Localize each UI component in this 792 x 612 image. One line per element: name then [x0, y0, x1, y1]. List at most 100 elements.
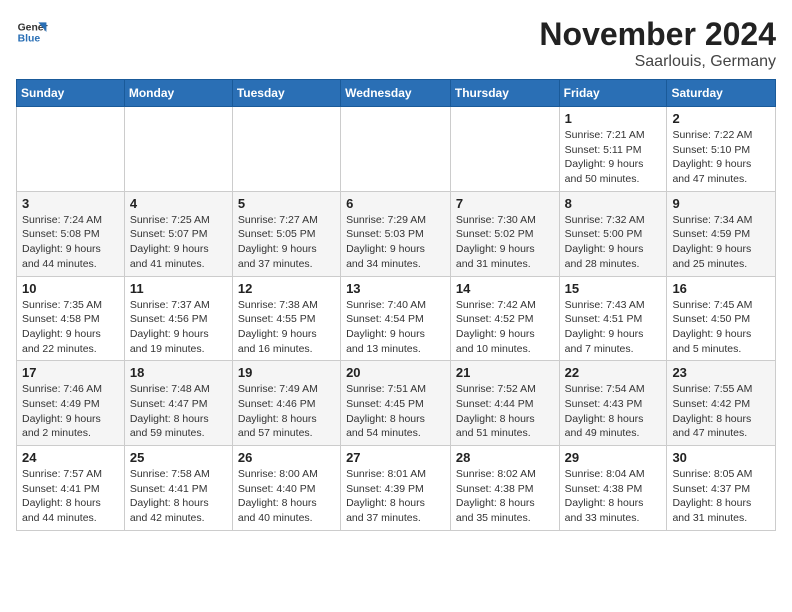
calendar-cell: 20 Sunrise: 7:51 AM Sunset: 4:45 PM Dayli…	[341, 361, 451, 446]
day-info: Sunrise: 8:01 AM Sunset: 4:39 PM Dayligh…	[346, 467, 445, 526]
day-info: Sunrise: 7:48 AM Sunset: 4:47 PM Dayligh…	[130, 382, 227, 441]
day-number: 2	[672, 111, 770, 126]
calendar-cell: 4Sunrise: 7:25 AM Sunset: 5:07 PM Daylig…	[124, 191, 232, 276]
day-info: Sunrise: 7:54 AM Sunset: 4:43 PM Dayligh…	[565, 382, 662, 441]
calendar-cell: 3 Sunrise: 7:24 AM Sunset: 5:08 PM Daylig…	[17, 191, 125, 276]
calendar-cell: 2 Sunrise: 7:22 AM Sunset: 5:10 PM Daylig…	[667, 107, 776, 192]
calendar-week-row: 3 Sunrise: 7:24 AM Sunset: 5:08 PM Daylig…	[17, 191, 776, 276]
calendar-cell: 21 Sunrise: 7:52 AM Sunset: 4:44 PM Dayli…	[450, 361, 559, 446]
day-number: 20	[346, 365, 445, 380]
day-info: Sunrise: 8:04 AM Sunset: 4:38 PM Dayligh…	[565, 467, 662, 526]
day-info: Sunrise: 7:24 AM Sunset: 5:08 PM Dayligh…	[22, 213, 119, 272]
calendar-week-row: 1 Sunrise: 7:21 AM Sunset: 5:11 PM Daylig…	[17, 107, 776, 192]
calendar-cell: 27 Sunrise: 8:01 AM Sunset: 4:39 PM Dayli…	[341, 446, 451, 531]
day-number: 17	[22, 365, 119, 380]
day-info: Sunrise: 8:00 AM Sunset: 4:40 PM Dayligh…	[238, 467, 335, 526]
calendar-cell: 25Sunrise: 7:58 AM Sunset: 4:41 PM Dayli…	[124, 446, 232, 531]
col-header-wednesday: Wednesday	[341, 80, 451, 107]
day-info: Sunrise: 7:40 AM Sunset: 4:54 PM Dayligh…	[346, 298, 445, 357]
day-number: 6	[346, 196, 445, 211]
day-info: Sunrise: 7:27 AM Sunset: 5:05 PM Dayligh…	[238, 213, 335, 272]
calendar-cell: 7 Sunrise: 7:30 AM Sunset: 5:02 PM Daylig…	[450, 191, 559, 276]
day-number: 19	[238, 365, 335, 380]
calendar-cell	[450, 107, 559, 192]
day-number: 18	[130, 365, 227, 380]
calendar-cell: 22 Sunrise: 7:54 AM Sunset: 4:43 PM Dayli…	[559, 361, 667, 446]
day-number: 1	[565, 111, 662, 126]
calendar-cell: 9 Sunrise: 7:34 AM Sunset: 4:59 PM Daylig…	[667, 191, 776, 276]
calendar-cell: 17Sunrise: 7:46 AM Sunset: 4:49 PM Dayli…	[17, 361, 125, 446]
day-number: 21	[456, 365, 554, 380]
day-info: Sunrise: 7:35 AM Sunset: 4:58 PM Dayligh…	[22, 298, 119, 357]
logo: General Blue	[16, 16, 48, 48]
day-info: Sunrise: 8:02 AM Sunset: 4:38 PM Dayligh…	[456, 467, 554, 526]
calendar-cell: 15 Sunrise: 7:43 AM Sunset: 4:51 PM Dayli…	[559, 276, 667, 361]
logo-icon: General Blue	[16, 16, 48, 48]
calendar-header-row: SundayMondayTuesdayWednesdayThursdayFrid…	[17, 80, 776, 107]
day-info: Sunrise: 7:22 AM Sunset: 5:10 PM Dayligh…	[672, 128, 770, 187]
day-number: 27	[346, 450, 445, 465]
calendar-cell: 13Sunrise: 7:40 AM Sunset: 4:54 PM Dayli…	[341, 276, 451, 361]
day-info: Sunrise: 7:43 AM Sunset: 4:51 PM Dayligh…	[565, 298, 662, 357]
calendar-cell	[232, 107, 340, 192]
day-number: 28	[456, 450, 554, 465]
location: Saarlouis, Germany	[539, 53, 776, 71]
calendar-cell: 18 Sunrise: 7:48 AM Sunset: 4:47 PM Dayli…	[124, 361, 232, 446]
col-header-friday: Friday	[559, 80, 667, 107]
day-info: Sunrise: 7:45 AM Sunset: 4:50 PM Dayligh…	[672, 298, 770, 357]
calendar-cell: 1 Sunrise: 7:21 AM Sunset: 5:11 PM Daylig…	[559, 107, 667, 192]
title-area: November 2024 Saarlouis, Germany	[539, 16, 776, 71]
svg-text:Blue: Blue	[18, 34, 41, 45]
day-info: Sunrise: 7:49 AM Sunset: 4:46 PM Dayligh…	[238, 382, 335, 441]
day-number: 15	[565, 281, 662, 296]
col-header-sunday: Sunday	[17, 80, 125, 107]
calendar-cell: 10Sunrise: 7:35 AM Sunset: 4:58 PM Dayli…	[17, 276, 125, 361]
calendar-week-row: 10Sunrise: 7:35 AM Sunset: 4:58 PM Dayli…	[17, 276, 776, 361]
calendar-cell: 30Sunrise: 8:05 AM Sunset: 4:37 PM Dayli…	[667, 446, 776, 531]
day-number: 3	[22, 196, 119, 211]
day-number: 11	[130, 281, 227, 296]
day-info: Sunrise: 7:38 AM Sunset: 4:55 PM Dayligh…	[238, 298, 335, 357]
calendar-cell: 26 Sunrise: 8:00 AM Sunset: 4:40 PM Dayli…	[232, 446, 340, 531]
day-number: 22	[565, 365, 662, 380]
calendar-cell: 14 Sunrise: 7:42 AM Sunset: 4:52 PM Dayli…	[450, 276, 559, 361]
day-number: 30	[672, 450, 770, 465]
calendar-week-row: 17Sunrise: 7:46 AM Sunset: 4:49 PM Dayli…	[17, 361, 776, 446]
month-title: November 2024	[539, 16, 776, 53]
calendar-cell: 8Sunrise: 7:32 AM Sunset: 5:00 PM Daylig…	[559, 191, 667, 276]
day-info: Sunrise: 7:21 AM Sunset: 5:11 PM Dayligh…	[565, 128, 662, 187]
calendar-cell: 24Sunrise: 7:57 AM Sunset: 4:41 PM Dayli…	[17, 446, 125, 531]
calendar-cell: 12Sunrise: 7:38 AM Sunset: 4:55 PM Dayli…	[232, 276, 340, 361]
calendar-cell	[17, 107, 125, 192]
day-number: 5	[238, 196, 335, 211]
col-header-saturday: Saturday	[667, 80, 776, 107]
day-info: Sunrise: 7:51 AM Sunset: 4:45 PM Dayligh…	[346, 382, 445, 441]
day-info: Sunrise: 7:42 AM Sunset: 4:52 PM Dayligh…	[456, 298, 554, 357]
day-number: 16	[672, 281, 770, 296]
day-info: Sunrise: 7:30 AM Sunset: 5:02 PM Dayligh…	[456, 213, 554, 272]
col-header-tuesday: Tuesday	[232, 80, 340, 107]
day-info: Sunrise: 7:32 AM Sunset: 5:00 PM Dayligh…	[565, 213, 662, 272]
calendar-cell: 16 Sunrise: 7:45 AM Sunset: 4:50 PM Dayli…	[667, 276, 776, 361]
calendar-cell: 6 Sunrise: 7:29 AM Sunset: 5:03 PM Daylig…	[341, 191, 451, 276]
col-header-monday: Monday	[124, 80, 232, 107]
day-number: 7	[456, 196, 554, 211]
day-number: 26	[238, 450, 335, 465]
calendar-cell: 28 Sunrise: 8:02 AM Sunset: 4:38 PM Dayli…	[450, 446, 559, 531]
calendar-cell: 11Sunrise: 7:37 AM Sunset: 4:56 PM Dayli…	[124, 276, 232, 361]
calendar-cell: 5 Sunrise: 7:27 AM Sunset: 5:05 PM Daylig…	[232, 191, 340, 276]
day-number: 4	[130, 196, 227, 211]
day-number: 24	[22, 450, 119, 465]
day-info: Sunrise: 7:55 AM Sunset: 4:42 PM Dayligh…	[672, 382, 770, 441]
day-info: Sunrise: 7:29 AM Sunset: 5:03 PM Dayligh…	[346, 213, 445, 272]
day-info: Sunrise: 7:52 AM Sunset: 4:44 PM Dayligh…	[456, 382, 554, 441]
day-number: 14	[456, 281, 554, 296]
calendar-cell: 19 Sunrise: 7:49 AM Sunset: 4:46 PM Dayli…	[232, 361, 340, 446]
day-info: Sunrise: 7:34 AM Sunset: 4:59 PM Dayligh…	[672, 213, 770, 272]
day-info: Sunrise: 7:58 AM Sunset: 4:41 PM Dayligh…	[130, 467, 227, 526]
calendar-cell: 29Sunrise: 8:04 AM Sunset: 4:38 PM Dayli…	[559, 446, 667, 531]
calendar-cell	[124, 107, 232, 192]
calendar-cell	[341, 107, 451, 192]
day-number: 23	[672, 365, 770, 380]
day-number: 9	[672, 196, 770, 211]
